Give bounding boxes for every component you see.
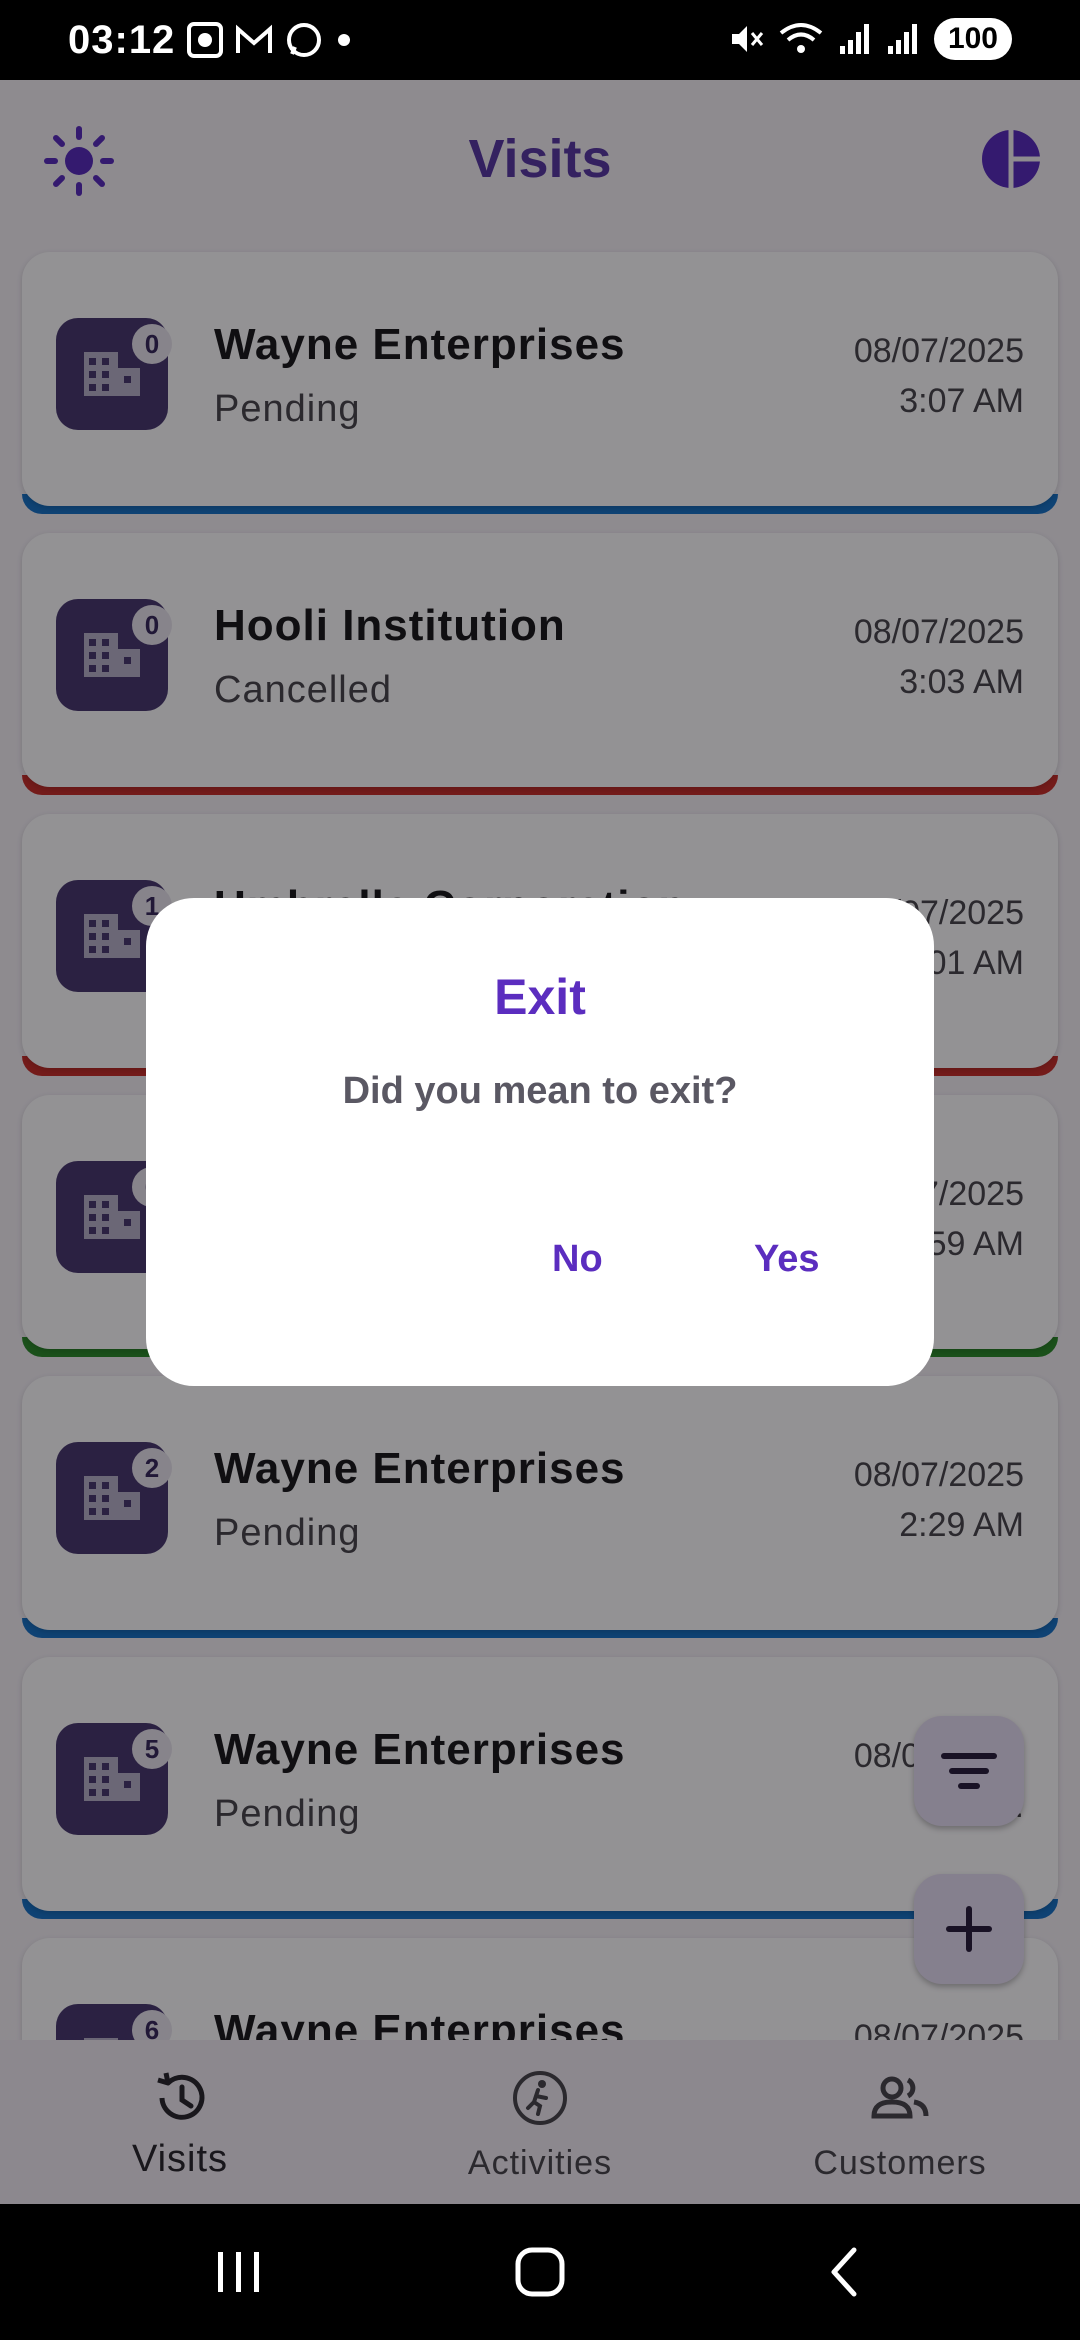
notification-icons <box>186 20 354 60</box>
screenshot-icon <box>187 22 223 58</box>
status-bar: 03:12 100 <box>0 0 1080 80</box>
wifi-icon <box>779 23 823 53</box>
recent-apps-icon[interactable] <box>214 2248 264 2296</box>
yes-button[interactable]: Yes <box>738 1228 836 1291</box>
back-icon[interactable] <box>824 2246 864 2298</box>
status-time: 03:12 <box>68 18 176 62</box>
gmail-icon <box>236 24 272 53</box>
no-button[interactable]: No <box>536 1228 619 1291</box>
whatsapp-icon <box>287 23 321 57</box>
home-icon[interactable] <box>514 2246 566 2298</box>
signal-icon-2 <box>887 24 917 54</box>
signal-icon <box>839 24 869 54</box>
battery-indicator: 100 <box>933 18 1012 60</box>
dialog-title: Exit <box>494 969 586 1025</box>
mute-icon <box>731 26 764 52</box>
system-navigation-bar <box>0 2204 1080 2340</box>
dialog-message: Did you mean to exit? <box>342 1070 738 1112</box>
exit-dialog: Exit Did you mean to exit? No Yes <box>146 898 934 1386</box>
system-status-icons: 100 <box>728 18 1012 60</box>
dot-icon <box>338 34 350 46</box>
